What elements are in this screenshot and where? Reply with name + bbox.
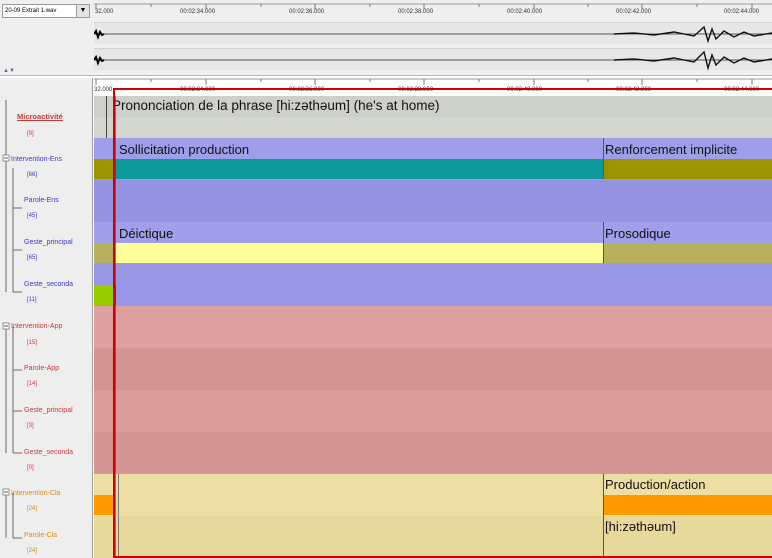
top-time-ruler[interactable]: 32.000 00:02:34.000 00:02:36.000 00:02:3… <box>94 0 772 22</box>
tier-label-geste-principal-app[interactable]: Geste_principal [3] <box>0 407 92 447</box>
collapse-arrows-icon[interactable]: ▲▼ <box>3 68 15 74</box>
waveform-trace <box>94 50 772 71</box>
tier-name: Parole-Ens <box>24 197 59 204</box>
tier-name: Geste_seconda <box>24 449 74 456</box>
tier-name: Intervention-Ens <box>11 156 62 163</box>
tier-label-parole-cla[interactable]: Parole-Cla [24] <box>0 532 92 558</box>
ruler-tick-label: 00:02:42.000 <box>616 9 652 15</box>
tier-label-geste-principal-ens[interactable]: Geste_principal [65] <box>0 239 92 279</box>
ruler-tick-label: 00:02:38.000 <box>398 9 434 15</box>
tier-name: Geste_seconda <box>24 281 74 288</box>
tier-label-microactivite[interactable]: Microactivité [9] <box>0 110 92 150</box>
tier-label-parole-ens[interactable]: Parole-Ens [45] <box>0 197 92 237</box>
tier-label-intervention-app[interactable]: Intervention-App [15] <box>0 323 92 363</box>
tier-name: Geste_principal <box>24 407 73 414</box>
tier-count: [24] <box>27 548 38 554</box>
tier-count: [45] <box>27 213 38 219</box>
tier-label-geste-seconda-ens[interactable]: Geste_seconda [11] <box>0 281 92 321</box>
tier-count: [0] <box>27 465 34 471</box>
media-file-value: 20-09 Extrait 1.wav <box>5 8 57 14</box>
segment-boundary <box>106 96 107 138</box>
ruler-tick-label: 32.000 <box>94 87 113 93</box>
tier-label-panel: Microactivité [9] Intervention-Ens [66] … <box>0 78 93 558</box>
segment-bar-olive[interactable] <box>94 159 114 179</box>
waveform-channel-1[interactable] <box>94 22 772 44</box>
segment-bar-orange-left[interactable] <box>94 495 114 515</box>
waveform-viewer: 20-09 Extrait 1.wav ▼ 32.000 00:02:34.00… <box>0 0 772 76</box>
tier-name: Geste_principal <box>24 239 73 246</box>
tier-count: [3] <box>27 423 34 429</box>
media-file-select[interactable]: 20-09 Extrait 1.wav ▼ <box>2 4 90 18</box>
ruler-tick-label: 00:02:34.000 <box>180 9 216 15</box>
ruler-tick-label: 00:02:44.000 <box>724 9 760 15</box>
ruler-tick-label: 00:02:40.000 <box>507 9 543 15</box>
segment-bar-lime[interactable] <box>94 285 114 305</box>
segment-bar-khaki-left[interactable] <box>94 243 114 263</box>
tier-label-geste-seconda-app[interactable]: Geste_seconda [0] <box>0 449 92 489</box>
chevron-down-icon[interactable]: ▼ <box>76 5 89 17</box>
waveform-channel-2[interactable] <box>94 48 772 71</box>
tier-count: [66] <box>27 172 38 178</box>
ruler-tick-label: 32.000 <box>95 9 114 15</box>
tier-label-intervention-cla[interactable]: Intervention-Cla [24] <box>0 489 92 529</box>
tier-count: [14] <box>27 381 38 387</box>
tier-count: [65] <box>27 255 38 261</box>
tier-name: Intervention-App <box>11 323 63 330</box>
annotation-timeline[interactable]: 32.000 00:02:34.000 00:02:36.000 00:02:3… <box>94 78 772 558</box>
crosshair-line[interactable] <box>115 96 116 558</box>
tier-count: [15] <box>27 340 38 346</box>
tier-count: [24] <box>27 506 38 512</box>
tier-count: [9] <box>27 131 34 137</box>
selection-region[interactable] <box>113 88 772 558</box>
tier-label-intervention-ens[interactable]: Intervention-Ens [66] <box>0 155 92 195</box>
tier-count: [11] <box>27 297 37 303</box>
tier-name: Parole-App <box>24 365 60 372</box>
tier-name: Intervention-Cla <box>11 490 61 497</box>
ruler-tick-label: 00:02:36.000 <box>289 9 325 15</box>
waveform-trace <box>94 25 772 44</box>
tier-name: Microactivité <box>17 112 63 121</box>
tier-name: Parole-Cla <box>24 532 58 539</box>
tier-label-parole-app[interactable]: Parole-App [14] <box>0 365 92 405</box>
